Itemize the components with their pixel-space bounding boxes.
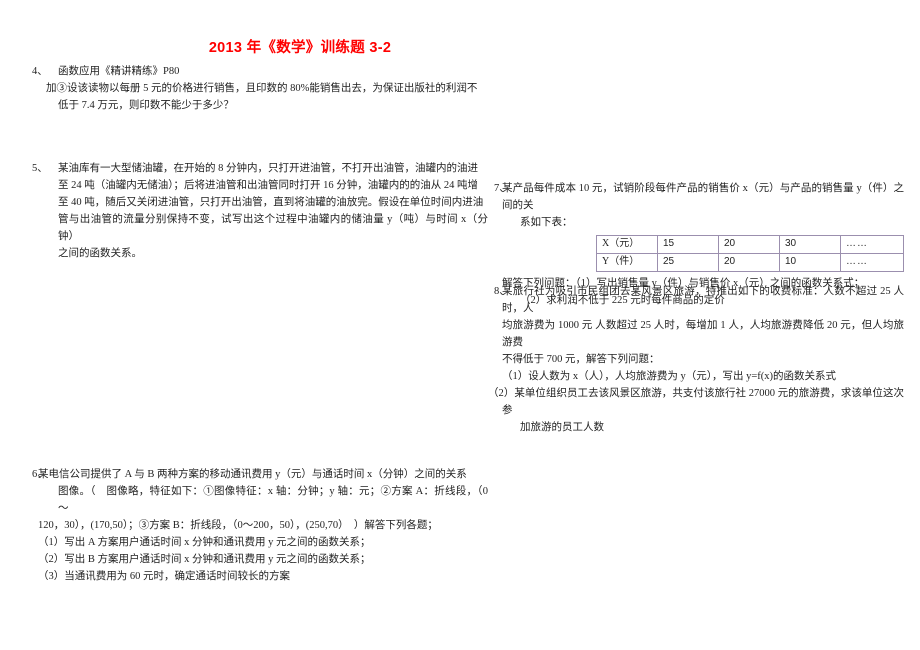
table-cell-x-4: …… — [840, 235, 904, 254]
problem-8-number: 8、 — [494, 286, 510, 297]
problem-5: 5、 某油库有一大型储油罐，在开始的 8 分钟内，只打开进油管，不打开出油管，油… — [32, 160, 488, 262]
problem-4-line-3: 低于 7.4 万元，则印数不能少于多少？ — [58, 100, 234, 111]
table-row-header-y: Y（件） — [596, 253, 658, 272]
document-page: 2013 年《数学》训练题 3-2 4、 函数应用《精讲精练》P80 加③设该读… — [0, 0, 920, 650]
problem-5-line-3: 至 40 吨，随后又关闭进油管，只打开出油管，直到将油罐的油放完。假设在单位时间… — [58, 197, 484, 208]
problem-7-line-2: 系如下表： — [520, 217, 573, 228]
table-cell-x-2: 20 — [718, 235, 780, 254]
problem-6-sub-2: （2）写出 B 方案用户通话时间 x 分钟和通讯费用 y 元之间的函数关系； — [38, 554, 371, 565]
problem-6: 6、 某电信公司提供了 A 与 B 两种方案的移动通讯费用 y（元）与通话时间 … — [32, 466, 488, 585]
problem-8-sub-2: （2）某单位组织员工去该风景区旅游，共支付该旅行社 27000 元的旅游费，求该… — [488, 388, 904, 416]
problem-6-line-2: 图像。（ 图像略，特征如下：①图像特征：x 轴：分钟；y 轴：元；②方案 A：折… — [58, 486, 488, 514]
problem-8: 8、 某旅行社为吸引市民组团去某风景区旅游，特推出如下的收费标准：人数不超过 2… — [488, 283, 904, 436]
problem-4-line-1: 函数应用《精讲精练》P80 — [58, 66, 180, 77]
page-title: 2013 年《数学》训练题 3-2 — [208, 40, 392, 56]
price-quantity-table: X（元） 15 20 30 …… Y（件） 25 20 10 …… — [596, 235, 904, 272]
problem-7-number: 7、 — [494, 183, 510, 194]
table-cell-y-4: …… — [840, 253, 904, 272]
problem-6-line-1: 某电信公司提供了 A 与 B 两种方案的移动通讯费用 y（元）与通话时间 x（分… — [38, 469, 467, 480]
price-quantity-table-wrapper: X（元） 15 20 30 …… Y（件） 25 20 10 …… — [596, 235, 904, 272]
problem-5-line-4: 管与出油管的流量分别保持不变，试写出这个过程中油罐内的储油量 y（吨）与时间 x… — [58, 214, 488, 242]
problem-4-line-2: 加③设该读物以每册 5 元的价格进行销售，且印数的 80%能销售出去，为保证出版… — [46, 83, 478, 94]
problem-6-sub-1: （1）写出 A 方案用户通话时间 x 分钟和通讯费用 y 元之间的函数关系； — [38, 537, 371, 548]
table-cell-x-3: 30 — [779, 235, 841, 254]
problem-8-line-2: 均旅游费为 1000 元 人数超过 25 人时，每增加 1 人，人均旅游费降低 … — [502, 320, 904, 348]
problem-5-number: 5、 — [32, 163, 48, 174]
problem-8-line-3: 不得低于 700 元，解答下列问题： — [502, 354, 660, 365]
problem-6-sub-3: （3）当通讯费用为 60 元时，确定通话时间较长的方案 — [38, 571, 290, 582]
problem-5-line-5: 之间的函数关系。 — [58, 248, 142, 259]
problem-4-number: 4、 — [32, 66, 48, 77]
table-cell-x-1: 15 — [657, 235, 719, 254]
table-row: X（元） 15 20 30 …… — [596, 235, 904, 254]
problem-5-body: 某油库有一大型储油罐，在开始的 8 分钟内，只打开进油管，不打开出油管，油罐内的… — [58, 160, 488, 262]
problem-8-sub-2-cont: 加旅游的员工人数 — [520, 422, 604, 433]
table-row-header-x: X（元） — [596, 235, 658, 254]
table-cell-y-3: 10 — [779, 253, 841, 272]
problem-7-line-1: 某产品每件成本 10 元，试销阶段每件产品的销售价 x（元）与产品的销售量 y（… — [502, 183, 904, 211]
problem-8-line-1: 某旅行社为吸引市民组团去某风景区旅游，特推出如下的收费标准：人数不超过 25 人… — [502, 286, 904, 314]
problem-6-body: 某电信公司提供了 A 与 B 两种方案的移动通讯费用 y（元）与通话时间 x（分… — [38, 466, 488, 585]
problem-6-line-3: 120，30），(170,50）；③方案 B：折线段，（0～200，50），(2… — [38, 520, 438, 531]
problem-4: 4、 函数应用《精讲精练》P80 加③设该读物以每册 5 元的价格进行销售，且印… — [32, 63, 484, 114]
problem-5-line-1: 某油库有一大型储油罐，在开始的 8 分钟内，只打开进油管，不打开出油管，油罐内的… — [58, 163, 478, 174]
table-cell-y-1: 25 — [657, 253, 719, 272]
table-cell-y-2: 20 — [718, 253, 780, 272]
problem-5-line-2: 至 24 吨（油罐内无储油）；后将进油管和出油管同时打开 16 分钟，油罐内的的… — [58, 180, 478, 191]
table-row: Y（件） 25 20 10 …… — [596, 253, 904, 272]
problem-8-sub-1: （1）设人数为 x（人），人均旅游费为 y（元），写出 y=f(x)的函数关系式 — [502, 371, 837, 382]
problem-4-body: 函数应用《精讲精练》P80 加③设该读物以每册 5 元的价格进行销售，且印数的 … — [46, 63, 484, 114]
problem-6-number: 6、 — [32, 469, 48, 480]
problem-8-body: 某旅行社为吸引市民组团去某风景区旅游，特推出如下的收费标准：人数不超过 25 人… — [488, 283, 904, 436]
